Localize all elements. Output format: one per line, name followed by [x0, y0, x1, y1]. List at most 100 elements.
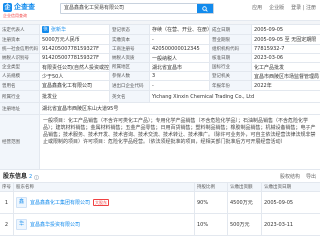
legal-rep-label: 法定代表人	[0, 25, 40, 35]
table-row: 2 华 宜昌鑫华投资有限公司 10% 500万元 2023-03-11	[0, 214, 320, 236]
search-icon	[202, 5, 208, 12]
shareholders-heading: 股东信息 2	[3, 173, 40, 181]
col-ratio: 持股比例	[195, 183, 228, 192]
business-term-label: 营业期限	[210, 35, 252, 45]
business-info-table: 法定代表人 张 张新华 登记状态 存续（在营、开业、在册） 成立日期 2005-…	[0, 24, 320, 170]
legal-rep-value: 张 张新华	[40, 25, 110, 35]
info-row: 注册地址 湖北省宜昌市西陵区东山大道95号	[0, 103, 320, 115]
paid-capital-label: 实缴资本	[110, 35, 150, 45]
region-label: 所属地区	[110, 63, 150, 72]
insured-count-label: 参保人数	[110, 72, 150, 81]
shareholder-name-link[interactable]: 宜昌鑫鑫化工集团有限公司	[30, 199, 90, 206]
reg-status-value: 存续（在营、开业、在册）	[150, 25, 210, 35]
shareholders-section-header: 股东信息 2 股权结构 导出	[0, 170, 320, 183]
logo-text[interactable]: 企查查	[14, 2, 35, 12]
shareholder-name-cell: 鑫 宜昌鑫鑫化工集团有限公司 大股东	[14, 192, 195, 214]
search-input[interactable]: 宜昌鑫鑫化工贸易有限公司	[64, 4, 194, 13]
region-value: 湖北省宜昌市	[150, 63, 210, 72]
logo-tagline: 企业信用查询	[3, 13, 27, 18]
address-label: 注册地址	[0, 103, 40, 115]
industry-label: 所属行业	[0, 91, 40, 103]
search-box[interactable]: 宜昌鑫鑫化工贸易有限公司	[60, 3, 214, 14]
annual-report-value: 2022年	[252, 81, 320, 91]
founded-date-value: 2005-09-05	[252, 25, 320, 35]
col-name: 股东名称	[14, 183, 195, 192]
holding-ratio: 90%	[195, 192, 228, 214]
taxpayer-qualification-value: 一般纳税人	[150, 54, 210, 63]
paid-capital-value: -	[150, 35, 210, 45]
credit-code-value: 91420500778159327F	[40, 45, 110, 54]
company-logo[interactable]: 鑫	[16, 197, 27, 208]
registration-authority-label: 登记机关	[210, 72, 252, 81]
info-row: 经营范围 一般项目：化工产品销售（不含许可类化工产品）；专用化学产品销售（不含危…	[0, 115, 320, 170]
company-logo[interactable]: 华	[16, 219, 27, 230]
shareholders-title: 股东信息	[3, 173, 28, 180]
info-row: 所属行业 批发业 英文名 Yichang Xinxin Chemical Tra…	[0, 91, 320, 103]
reg-capital-value: 5000万元人民币	[40, 35, 110, 45]
info-row: 人员规模 少于50人 参保人数 3 登记机关 宜昌市西陵区市场监督管理局	[0, 72, 320, 81]
info-row: 纳税人识别号 91420500778159327F 纳税人资质 一般纳税人 核准…	[0, 54, 320, 63]
national-industry-label: 国标行业	[210, 63, 252, 72]
nav-enterprise[interactable]: 企业版	[269, 5, 284, 12]
english-name-value: Yichang Xinxin Chemical Trading Co., Ltd	[150, 91, 320, 103]
business-scope-label: 经营范围	[0, 115, 40, 170]
holding-ratio: 10%	[195, 214, 228, 236]
nav-apps[interactable]: 应用	[252, 5, 262, 12]
col-amount: 认缴出资额	[228, 183, 262, 192]
subscribed-amount: 500万元	[228, 214, 262, 236]
nav-login[interactable]: 登录 | 注册	[291, 5, 316, 12]
insured-count-value: 3	[150, 72, 210, 81]
credit-code-label: 统一社会信用代码	[0, 45, 40, 54]
top-nav: 应用 企业版 登录 | 注册	[252, 5, 316, 12]
subscribed-amount: 4500万元	[228, 192, 262, 214]
import-export-code-value: -	[150, 81, 210, 91]
table-header-row: 序号 股东名称 持股比例 认缴出资额 认缴出资日期	[0, 183, 320, 192]
registration-authority-value: 宜昌市西陵区市场监督管理局	[252, 73, 320, 81]
approval-date-label: 核准日期	[210, 54, 252, 63]
info-row: 曾用名 宜昌鑫鑫化工有限公司 进出口企业代码 - 年报年份 2022年	[0, 81, 320, 91]
reg-status-label: 登记状态	[110, 25, 150, 35]
search-button[interactable]	[197, 4, 213, 13]
taxpayer-qualification-label: 纳税人资质	[110, 54, 150, 63]
address-value: 湖北省宜昌市西陵区东山大道95号	[40, 103, 320, 115]
org-code-value: 77815932-7	[252, 45, 320, 54]
org-code-label: 组织机构代码	[210, 45, 252, 54]
export-button[interactable]: 导出	[306, 173, 316, 181]
import-export-code-label: 进出口企业代码	[110, 81, 150, 91]
logo-icon[interactable]: 企	[3, 3, 12, 12]
annual-report-label: 年报年份	[210, 81, 252, 91]
staff-size-value: 少于50人	[40, 72, 110, 81]
company-type-label: 企业类型	[0, 63, 40, 72]
reg-number-value: 420500000012345	[150, 45, 210, 54]
legal-rep-avatar[interactable]: 张	[42, 26, 49, 33]
subscribed-date: 2005-09-05	[262, 192, 320, 214]
reg-number-label: 工商注册号	[110, 45, 150, 54]
shareholders-actions: 股权结构 导出	[280, 173, 316, 181]
taxpayer-id-label: 纳税人识别号	[0, 54, 40, 63]
business-scope-value: 一般项目：化工产品销售（不含许可类化工产品）；专用化学产品销售（不含危险化学品）…	[40, 115, 320, 170]
legal-rep-name-link[interactable]: 张新华	[51, 26, 66, 33]
english-name-label: 英文名	[110, 91, 150, 103]
company-detail-page: 企 企查查 企业信用查询 宜昌鑫鑫化工贸易有限公司 应用 企业版 登录 | 注册…	[0, 0, 320, 240]
row-index: 2	[0, 214, 14, 236]
shareholder-name-link[interactable]: 宜昌鑫华投资有限公司	[30, 221, 80, 228]
shareholder-name-cell: 华 宜昌鑫华投资有限公司	[14, 214, 195, 236]
info-row: 法定代表人 张 张新华 登记状态 存续（在营、开业、在册） 成立日期 2005-…	[0, 25, 320, 35]
approval-date-value: 2023-03-06	[252, 54, 320, 63]
info-icon[interactable]	[34, 174, 40, 180]
shareholders-table: 序号 股东名称 持股比例 认缴出资额 认缴出资日期 1 鑫 宜昌鑫鑫化工集团有限…	[0, 183, 320, 236]
row-index: 1	[0, 192, 14, 214]
subscribed-date: 2023-03-11	[262, 214, 320, 236]
equity-structure-button[interactable]: 股权结构	[280, 173, 300, 181]
info-row: 企业类型 有限责任公司(自然人投资或控股) 所属地区 湖北省宜昌市 国标行业 化…	[0, 63, 320, 72]
shareholders-count: 2	[29, 174, 33, 180]
table-row: 1 鑫 宜昌鑫鑫化工集团有限公司 大股东 90% 4500万元 2005-09-…	[0, 192, 320, 214]
industry-value: 批发业	[40, 91, 110, 103]
major-shareholder-tag: 大股东	[93, 199, 110, 206]
company-type-value: 有限责任公司(自然人投资或控股)	[40, 63, 110, 72]
top-header: 企 企查查 企业信用查询 宜昌鑫鑫化工贸易有限公司 应用 企业版 登录 | 注册	[0, 0, 320, 21]
col-date: 认缴出资日期	[262, 183, 320, 192]
reg-capital-label: 注册资本	[0, 35, 40, 45]
national-industry-value: 化工产品批发	[252, 63, 320, 72]
info-row: 注册资本 5000万元人民币 实缴资本 - 营业期限 2005-09-05 至 …	[0, 35, 320, 45]
